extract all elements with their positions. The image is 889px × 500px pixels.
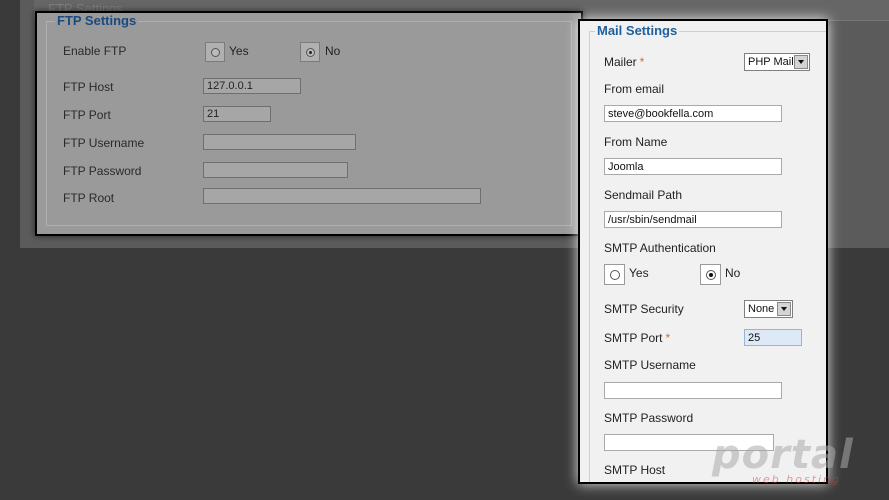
smtp-auth-yes-radio[interactable] xyxy=(604,264,625,285)
from-name-label: From Name xyxy=(604,135,668,149)
mailer-label: Mailer * xyxy=(604,55,645,69)
smtp-port-label: SMTP Port * xyxy=(604,331,671,345)
enable-ftp-yes-label: Yes xyxy=(229,44,249,58)
ftp-password-label: FTP Password xyxy=(63,164,142,178)
radio-empty-icon xyxy=(211,48,220,57)
enable-ftp-yes-radio[interactable] xyxy=(205,42,225,62)
ftp-settings-legend: FTP Settings xyxy=(55,13,139,28)
enable-ftp-label: Enable FTP xyxy=(63,44,127,58)
smtp-auth-yes-label: Yes xyxy=(629,266,649,280)
sendmail-path-input[interactable]: /usr/sbin/sendmail xyxy=(604,211,782,228)
smtp-host-label: SMTP Host xyxy=(604,463,666,477)
smtp-authentication-label: SMTP Authentication xyxy=(604,241,716,255)
chevron-down-icon xyxy=(794,55,808,69)
smtp-port-input[interactable]: 25 xyxy=(744,329,802,346)
radio-empty-icon xyxy=(610,270,620,280)
mail-settings-fieldset: Mail Settings Mailer * PHP Mail From emai… xyxy=(589,23,826,482)
smtp-security-select-value: None xyxy=(748,303,775,315)
smtp-auth-no-radio[interactable] xyxy=(700,264,721,285)
ftp-port-label: FTP Port xyxy=(63,108,111,122)
smtp-password-label: SMTP Password xyxy=(604,411,694,425)
smtp-security-select[interactable]: None xyxy=(744,300,793,318)
chevron-down-icon xyxy=(777,302,791,316)
ftp-root-label: FTP Root xyxy=(63,191,115,205)
mailer-select-value: PHP Mail xyxy=(748,56,794,68)
radio-selected-icon xyxy=(706,270,716,280)
smtp-security-label: SMTP Security xyxy=(604,302,684,316)
ftp-settings-fieldset: FTP Settings Enable FTP Yes No FTP Host … xyxy=(46,13,572,226)
required-marker: * xyxy=(639,55,645,69)
sendmail-path-label: Sendmail Path xyxy=(604,188,683,202)
from-email-label: From email xyxy=(604,82,665,96)
mailer-select[interactable]: PHP Mail xyxy=(744,53,810,71)
from-email-input[interactable]: steve@bookfella.com xyxy=(604,105,782,122)
required-marker: * xyxy=(665,331,671,345)
ftp-host-input[interactable]: 127.0.0.1 xyxy=(203,78,301,94)
smtp-username-input[interactable] xyxy=(604,382,782,399)
mail-settings-panel: Mail Settings Mailer * PHP Mail From emai… xyxy=(578,19,828,484)
smtp-auth-no-label: No xyxy=(725,266,741,280)
ftp-host-label: FTP Host xyxy=(63,80,114,94)
mail-settings-legend: Mail Settings xyxy=(595,23,680,38)
enable-ftp-no-label: No xyxy=(325,44,341,58)
ftp-root-input[interactable] xyxy=(203,188,481,204)
portal-watermark-subtitle: web hosting xyxy=(752,473,841,486)
ftp-port-input[interactable]: 21 xyxy=(203,106,271,122)
portal-watermark: portal xyxy=(712,432,854,478)
enable-ftp-no-radio[interactable] xyxy=(300,42,320,62)
from-name-input[interactable]: Joomla xyxy=(604,158,782,175)
smtp-username-label: SMTP Username xyxy=(604,358,696,372)
ftp-username-label: FTP Username xyxy=(63,136,145,150)
ftp-password-input[interactable] xyxy=(203,162,348,178)
ftp-settings-panel: FTP Settings Enable FTP Yes No FTP Host … xyxy=(35,11,583,236)
ftp-username-input[interactable] xyxy=(203,134,356,150)
radio-selected-icon xyxy=(306,48,315,57)
